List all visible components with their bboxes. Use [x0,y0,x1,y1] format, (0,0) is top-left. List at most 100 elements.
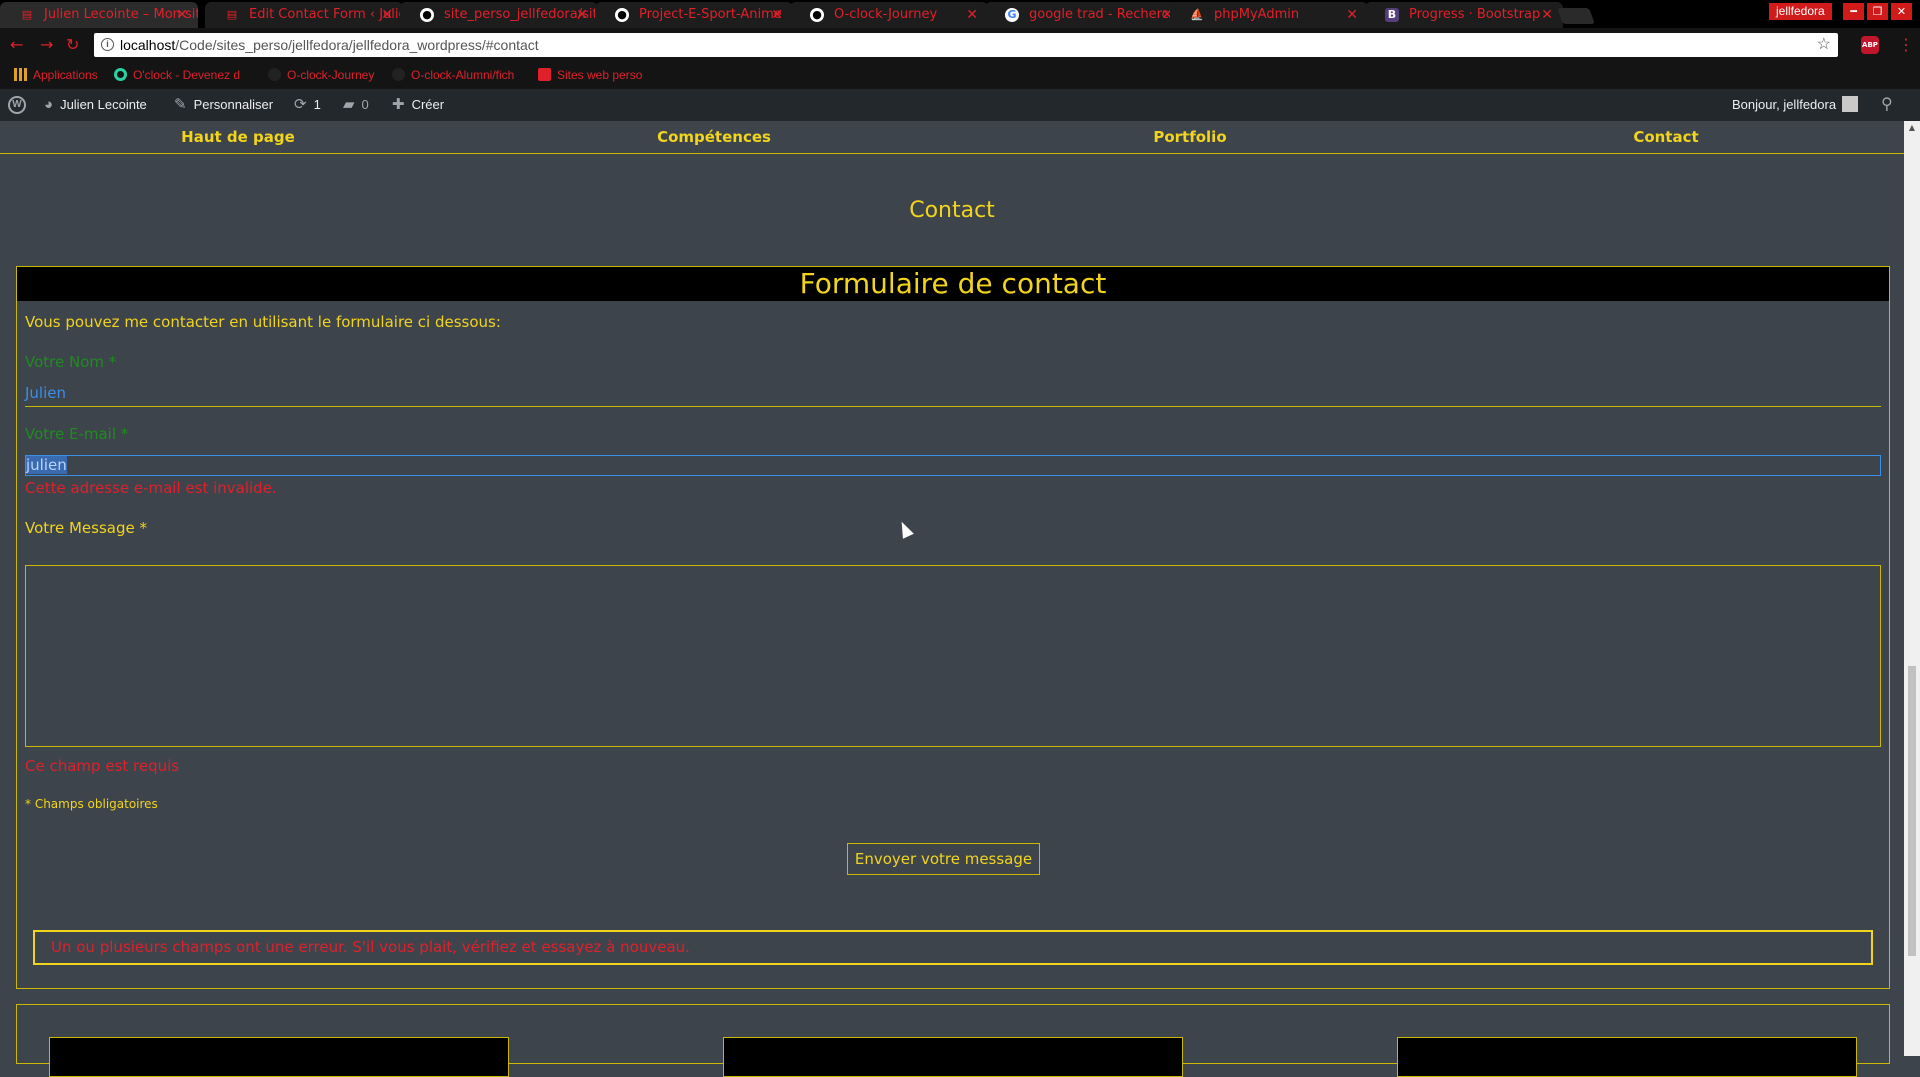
close-tab-icon[interactable]: ✕ [576,2,588,28]
tab-phpmyadmin[interactable]: ⛵ phpMyAdmin ✕ [1170,2,1368,28]
browser-toolbar: ← → ↻ i localhost/Code/sites_perso/jellf… [0,28,1920,62]
bookmark-oclock-alumni[interactable]: O-clock-Alumni/fich [392,62,514,89]
bootstrap-icon: B [1385,8,1399,22]
new-label: Créer [411,97,445,112]
form-title: Formulaire de contact [17,267,1889,301]
page-icon: ▤ [21,8,33,21]
info-icon[interactable]: i [101,38,114,51]
bookmark-sites-web-perso[interactable]: Sites web perso [538,62,642,89]
tab-bootstrap[interactable]: B Progress · Bootstrap ✕ [1365,2,1563,28]
tab-title: Julien Lecointe – Mon site [44,7,198,22]
nav-contact[interactable]: Contact [1516,121,1816,153]
tab-google-trad[interactable]: G google trad - Recherche ✕ [985,2,1183,28]
card [723,1037,1183,1077]
admin-comments[interactable]: ▰ 0 [343,89,369,121]
admin-new[interactable]: ✚ Créer [392,89,444,121]
tab-julien-lecointe[interactable]: ▤ Julien Lecointe – Mon site ✕ [0,2,198,28]
bookmarks-bar: Applications O'clock - Devenez d O-clock… [0,62,1920,89]
browser-tab-strip: ▤ Julien Lecointe – Mon site ✕ ▤ Edit Co… [0,0,1920,28]
bookmark-oclock[interactable]: O'clock - Devenez d [114,62,240,89]
section-title: Contact [909,198,995,223]
paintbrush-icon: ✎ [174,96,187,113]
scrollbar[interactable]: ▲ [1904,121,1920,1056]
apps-grid-icon [14,68,27,81]
url-host: localhost [120,37,176,53]
updates-icon: ⟳ [294,96,307,113]
tab-project-esport[interactable]: ● Project-E-Sport-Anime ✕ [595,2,793,28]
email-field[interactable]: julien [25,455,1881,476]
phpmyadmin-icon: ⛵ [1190,8,1204,21]
email-value: julien [26,456,67,474]
name-field[interactable]: Julien [25,379,1881,407]
profile-button[interactable]: jellfedora [1769,3,1832,20]
comment-icon: ▰ [343,96,355,113]
close-tab-icon[interactable]: ✕ [1346,2,1358,28]
email-error: Cette adresse e-mail est invalide. [25,479,277,497]
url-path: /Code/sites_perso/jellfedora/jellfedora_… [175,37,539,53]
tab-title: google trad - Recherche [1029,7,1183,22]
bookmark-label: Sites web perso [557,68,643,82]
github-icon [392,68,405,81]
bookmark-star-icon[interactable]: ☆ [1817,33,1831,57]
reload-icon[interactable]: ↻ [66,28,79,62]
message-textarea[interactable] [25,565,1881,747]
nav-haut-de-page[interactable]: Haut de page [88,121,388,153]
tab-oclock-journey[interactable]: ● O-clock-Journey ✕ [790,2,988,28]
github-icon: ● [615,8,629,22]
bookmark-oclock-journey[interactable]: O-clock-Journey [268,62,374,89]
admin-customize[interactable]: ✎ Personnaliser [174,89,273,121]
close-tab-icon[interactable]: ✕ [176,2,188,28]
tab-title: Progress · Bootstrap [1409,7,1541,22]
github-icon [268,68,281,81]
dashboard-icon: ◕ [44,96,54,113]
required-note: * Champs obligatoires [25,797,158,811]
page-icon: ▤ [226,8,238,21]
scroll-thumb[interactable] [1908,666,1916,956]
customize-label: Personnaliser [193,97,274,112]
close-tab-icon[interactable]: ✕ [966,2,978,28]
card [49,1037,509,1077]
admin-site-name[interactable]: ◕ Julien Lecointe [44,89,147,121]
forward-icon[interactable]: → [40,28,53,62]
folder-icon [538,68,551,81]
close-tab-icon[interactable]: ✕ [771,2,783,28]
close-window-icon[interactable]: ✕ [1891,3,1912,20]
tab-title: Edit Contact Form ‹ Julie [249,7,403,22]
site-name-label: Julien Lecointe [60,97,147,112]
github-icon: ● [420,8,434,22]
admin-account[interactable]: Bonjour, jellfedora [1732,89,1859,121]
search-icon[interactable]: ⚲ [1881,89,1893,121]
tab-title: phpMyAdmin [1214,7,1300,22]
browser-menu-icon[interactable]: ⋮ [1898,28,1914,62]
tab-edit-contact-form[interactable]: ▤ Edit Contact Form ‹ Julie ✕ [205,2,403,28]
admin-updates[interactable]: ⟳ 1 [294,89,321,121]
bookmark-label: O-clock-Alumni/fich [411,68,515,82]
address-bar[interactable]: i localhost/Code/sites_perso/jellfedora/… [94,33,1838,57]
card [1397,1037,1857,1077]
tab-title: Project-E-Sport-Anime [639,7,782,22]
wordpress-icon[interactable]: W [8,96,26,114]
back-icon[interactable]: ← [10,28,23,62]
submit-button[interactable]: Envoyer votre message [847,843,1040,875]
wp-admin-bar: W ◕ Julien Lecointe ✎ Personnaliser ⟳ 1 ▰ 0 … [0,89,1920,121]
tab-title: site_perso_jellfedora/sit [444,7,598,22]
close-tab-icon[interactable]: ✕ [1541,2,1553,28]
site-navigation: Haut de page Compétences Portfolio Conta… [0,121,1904,154]
nav-competences[interactable]: Compétences [564,121,864,153]
updates-count: 1 [313,97,321,112]
message-error: Ce champ est requis [25,757,180,775]
minimize-icon[interactable]: ━ [1843,3,1864,20]
new-tab-button[interactable] [1557,8,1595,24]
nav-portfolio[interactable]: Portfolio [1040,121,1340,153]
bookmark-applications[interactable]: Applications [14,62,98,89]
bookmark-label: O'clock - Devenez d [133,68,240,82]
name-label: Votre Nom * [25,353,117,371]
scroll-up-icon[interactable]: ▲ [1904,121,1920,135]
oclock-icon [114,68,127,81]
email-label: Votre E-mail * [25,425,129,443]
message-label: Votre Message * [25,519,147,537]
close-tab-icon[interactable]: ✕ [381,2,393,28]
adblock-plus-icon[interactable]: ABP [1861,36,1879,54]
restore-icon[interactable]: ❐ [1867,3,1888,20]
tab-site-perso[interactable]: ● site_perso_jellfedora/sit ✕ [400,2,598,28]
